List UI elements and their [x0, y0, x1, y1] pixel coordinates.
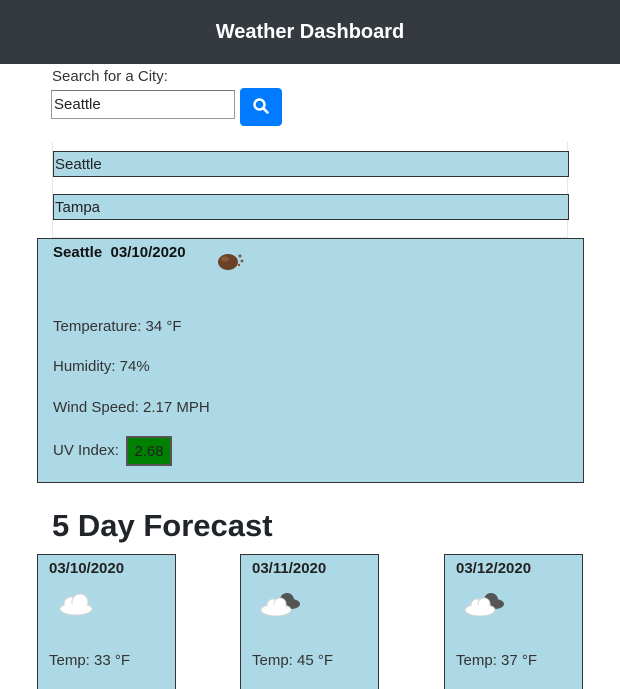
uv-index-badge: 2.68 [126, 436, 172, 466]
search-icon [252, 97, 270, 118]
humidity-text: Humidity: 74% [53, 358, 150, 375]
forecast-temp: Temp: 45 °F [252, 652, 334, 669]
search-history: Seattle Tampa [52, 142, 569, 238]
forecast-temp: Temp: 33 °F [49, 652, 131, 669]
current-weather-card: Seattle 03/10/2020 Temperature: 34 °F Hu… [37, 238, 584, 483]
search-button[interactable] [240, 88, 282, 126]
broken-clouds-icon [461, 589, 507, 619]
dust-icon [216, 248, 246, 274]
uv-index-label: UV Index: [53, 442, 119, 459]
history-item-tampa[interactable]: Tampa [53, 194, 569, 220]
cloud-icon [54, 589, 100, 619]
forecast-temp: Temp: 37 °F [456, 652, 538, 669]
forecast-card: 03/11/2020 Temp: 45 °F [240, 554, 379, 689]
current-date: 03/10/2020 [110, 244, 186, 261]
search-label: Search for a City: [52, 68, 168, 85]
forecast-date: 03/12/2020 [456, 560, 532, 577]
temperature-text: Temperature: 34 °F [53, 318, 182, 335]
current-city-heading: Seattle 03/10/2020 [53, 244, 186, 261]
forecast-heading: 5 Day Forecast [52, 508, 273, 543]
navbar: Weather Dashboard [0, 0, 620, 64]
history-item-seattle[interactable]: Seattle [53, 151, 569, 177]
forecast-card: 03/12/2020 Temp: 37 °F [444, 554, 583, 689]
current-city: Seattle [53, 244, 103, 261]
forecast-date: 03/10/2020 [49, 560, 125, 577]
forecast-date: 03/11/2020 [252, 560, 327, 577]
wind-speed-text: Wind Speed: 2.17 MPH [53, 399, 210, 416]
city-search-input[interactable] [51, 90, 235, 119]
broken-clouds-icon [257, 589, 303, 619]
app-title: Weather Dashboard [215, 20, 405, 43]
forecast-card: 03/10/2020 Temp: 33 °F [37, 554, 176, 689]
